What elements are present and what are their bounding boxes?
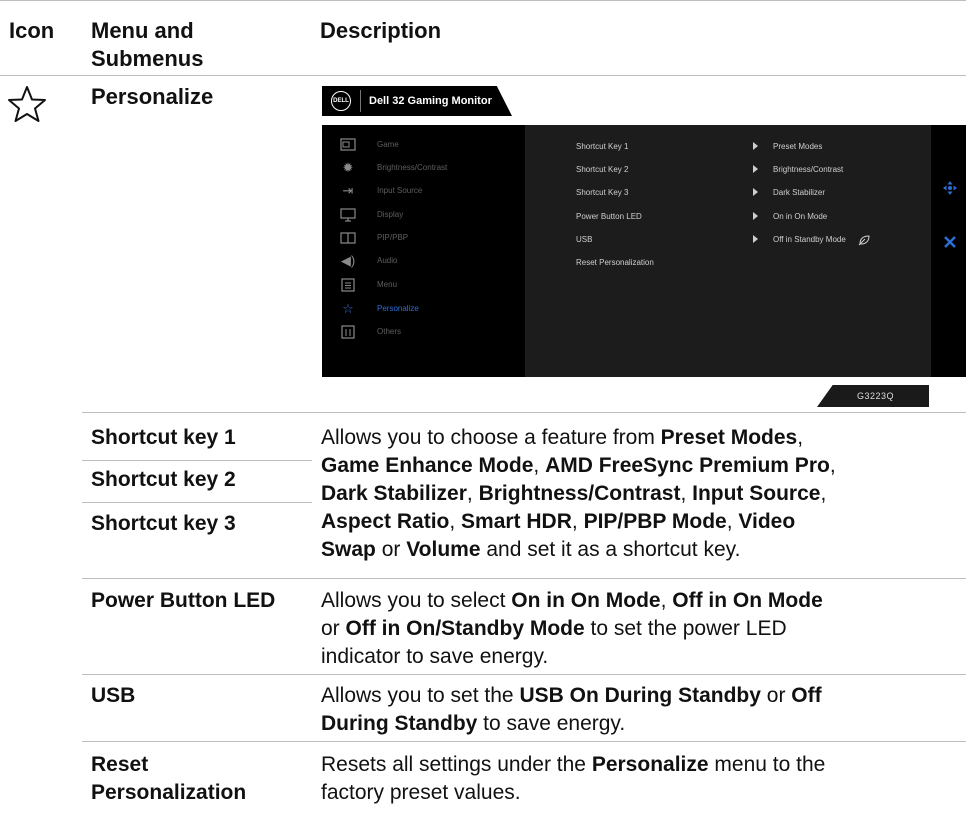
game-icon: [340, 137, 356, 153]
submenu-arrow-icon: [753, 142, 758, 150]
description-usb: Allows you to set the USB On During Stan…: [321, 684, 822, 735]
osd-submenu-shortcut-key-2[interactable]: Shortcut Key 2 Brightness/Contrast: [525, 160, 931, 180]
submenu-arrow-icon: [753, 188, 758, 196]
row-divider: [82, 578, 966, 579]
star-icon: ☆: [342, 301, 354, 316]
row-label-reset-personalization: Reset Personalization: [91, 753, 247, 804]
model-name: G3223Q: [857, 391, 895, 401]
osd-menu-item-game[interactable]: Game: [322, 135, 525, 155]
description-reset-personalization: Resets all settings under the Personaliz…: [321, 753, 826, 804]
osd-menu-item-brightness[interactable]: ✹ Brightness/Contrast: [322, 158, 525, 178]
description-power-button-led: Allows you to select On in On Mode, Off …: [321, 589, 823, 668]
osd-submenu-reset-personalization[interactable]: Reset Personalization: [525, 253, 931, 273]
submenu-value: Brightness/Contrast: [773, 165, 844, 174]
submenu-label: USB: [576, 235, 593, 244]
submenu-value: On in On Mode: [773, 212, 828, 221]
submenu-arrow-icon: [753, 165, 758, 173]
row-label-usb: USB: [91, 684, 136, 707]
osd-menu-item-input-source[interactable]: ⇥ Input Source: [322, 181, 525, 201]
submenu-label: Reset Personalization: [576, 258, 654, 267]
section-title-personalize: Personalize: [91, 84, 214, 109]
submenu-label: Shortcut Key 1: [576, 142, 629, 151]
header-bottom-border: [0, 75, 966, 76]
osd-menu-label: Input Source: [377, 186, 423, 195]
osd-menu-item-others[interactable]: Others: [322, 322, 525, 342]
display-icon: [340, 207, 356, 223]
row-label-shortcut-key-2: Shortcut key 2: [91, 468, 236, 491]
row-label-shortcut-key-1: Shortcut key 1: [91, 426, 236, 449]
others-icon: [340, 324, 356, 340]
osd-header-separator: [360, 90, 361, 112]
row-divider: [82, 674, 966, 675]
osd-submenu-shortcut-key-1[interactable]: Shortcut Key 1 Preset Modes: [525, 137, 931, 157]
osd-menu-item-pip-pbp[interactable]: PIP/PBP: [322, 228, 525, 248]
submenu-value: Preset Modes: [773, 142, 823, 151]
close-icon[interactable]: [943, 235, 957, 254]
osd-menu-label: Game: [377, 140, 399, 149]
table-top-border: [0, 0, 966, 1]
osd-menu-label: PIP/PBP: [377, 233, 409, 242]
description-shortcut-keys: Allows you to choose a feature from Pres…: [321, 426, 836, 561]
submenu-arrow-icon: [753, 212, 758, 220]
osd-submenu-usb[interactable]: USB Off in Standby Mode: [525, 230, 931, 250]
row-label-shortcut-key-3: Shortcut key 3: [91, 512, 236, 535]
osd-submenu-power-button-led[interactable]: Power Button LED On in On Mode: [525, 207, 931, 227]
osd-menu-label: Display: [377, 210, 404, 219]
column-header-menu-line2: Submenus: [91, 46, 204, 71]
osd-control-strip: [931, 125, 966, 377]
brightness-icon: ✹: [342, 160, 354, 175]
star-outline-icon: [7, 85, 47, 123]
osd-submenu-panel: Shortcut Key 1 Preset Modes Shortcut Key…: [525, 125, 931, 377]
osd-menu-item-personalize[interactable]: ☆ Personalize: [322, 299, 525, 319]
leaf-eco-icon: [858, 233, 870, 251]
submenu-label: Power Button LED: [576, 212, 642, 221]
submenu-value: Off in Standby Mode: [773, 235, 846, 244]
column-header-description: Description: [320, 18, 442, 43]
row-divider: [82, 412, 966, 413]
osd-window: Game ✹ Brightness/Contrast ⇥ Input Sourc…: [322, 125, 966, 377]
sub-row-divider: [82, 460, 312, 461]
osd-menu-label: Brightness/Contrast: [377, 163, 448, 172]
osd-title: Dell 32 Gaming Monitor: [369, 95, 492, 107]
move-arrows-icon[interactable]: [942, 180, 958, 201]
osd-menu-label: Personalize: [377, 304, 419, 313]
osd-submenu-shortcut-key-3[interactable]: Shortcut Key 3 Dark Stabilizer: [525, 183, 931, 203]
row-divider: [82, 741, 966, 742]
dell-logo: DELL: [331, 91, 351, 111]
osd-menu-item-display[interactable]: Display: [322, 205, 525, 225]
sub-row-divider: [82, 502, 312, 503]
osd-menu-item-menu[interactable]: Menu: [322, 275, 525, 295]
pip-icon: [340, 230, 356, 246]
osd-menu-item-audio[interactable]: ◀) Audio: [322, 251, 525, 271]
menu-icon: [340, 277, 356, 293]
row-label-power-button-led: Power Button LED: [91, 589, 276, 612]
submenu-label: Shortcut Key 2: [576, 165, 629, 174]
osd-menu-label: Menu: [377, 280, 398, 289]
osd-main-menu: Game ✹ Brightness/Contrast ⇥ Input Sourc…: [322, 125, 525, 377]
submenu-arrow-icon: [753, 235, 758, 243]
osd-menu-label: Audio: [377, 256, 398, 265]
audio-icon: ◀): [340, 253, 356, 268]
column-header-icon: Icon: [9, 18, 55, 43]
osd-menu-label: Others: [377, 327, 402, 336]
submenu-value: Dark Stabilizer: [773, 188, 826, 197]
submenu-label: Shortcut Key 3: [576, 188, 629, 197]
input-source-icon: ⇥: [342, 183, 354, 198]
column-header-menu-line1: Menu and: [91, 18, 194, 43]
